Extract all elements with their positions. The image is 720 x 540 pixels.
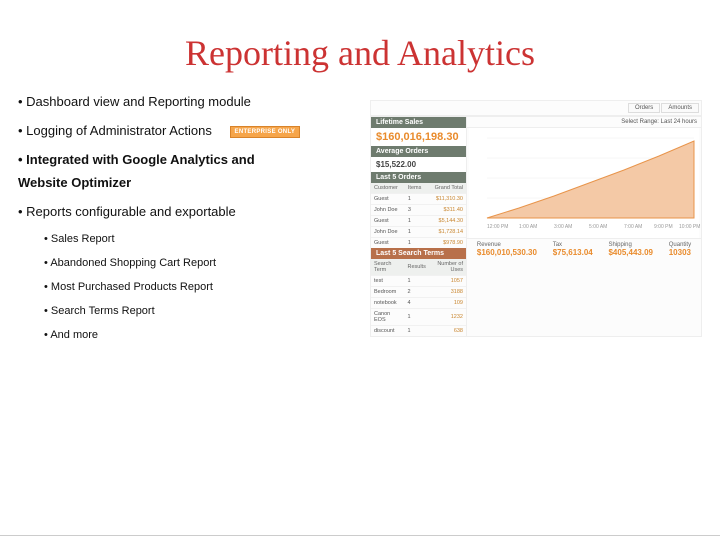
last5-table: CustomerItemsGrand Total Guest1$11,310.3… [371, 183, 466, 248]
range-selector[interactable]: Select Range: Last 24 hours [467, 117, 701, 128]
sub-text: Most Purchased Products Report [51, 281, 213, 293]
dashboard-panel: Orders Amounts Lifetime Sales $160,016,1… [370, 100, 702, 337]
slide-footer: SS Realize Your Idea m Magento COMMUNITY… [0, 535, 720, 540]
table-row: Bedroom23188 [371, 287, 466, 298]
dashboard-chart-area: Select Range: Last 24 hours [467, 117, 701, 336]
bullet-item: • Reports configurable and exportable [18, 204, 364, 219]
col-customer: Customer [371, 183, 405, 194]
summary-shipping: Shipping$405,443.09 [608, 242, 653, 257]
search-table: Search TermResultsNumber of Uses test110… [371, 259, 466, 336]
table-row: John Doe3$311.40 [371, 205, 466, 216]
lifetime-value: $160,016,198.30 [371, 128, 466, 146]
slide-title: Reporting and Analytics [0, 32, 720, 74]
range-label: Select Range: [621, 119, 659, 125]
svg-text:5:00 AM: 5:00 AM [589, 224, 607, 230]
sub-bullet: • Sales Report [44, 233, 364, 245]
table-row: Canon EOS11232 [371, 309, 466, 326]
summary-revenue: Revenue$160,010,530.30 [477, 242, 537, 257]
col-uses: Number of Uses [429, 259, 466, 276]
tab-orders[interactable]: Orders [628, 103, 660, 113]
sub-text: And more [50, 329, 98, 341]
svg-text:1:00 AM: 1:00 AM [519, 224, 537, 230]
table-row: Guest1$11,310.30 [371, 194, 466, 205]
table-row: notebook4109 [371, 298, 466, 309]
avg-header: Average Orders [371, 146, 466, 157]
sub-bullet: • And more [44, 329, 364, 341]
col-term: Search Term [371, 259, 404, 276]
bullet-text: Logging of Administrator Actions [26, 123, 212, 138]
svg-text:7:00 AM: 7:00 AM [624, 224, 642, 230]
avg-value: $15,522.00 [371, 157, 466, 172]
svg-text:12:00 PM: 12:00 PM [487, 224, 508, 230]
lifetime-header: Lifetime Sales [371, 117, 466, 128]
dashboard-body: Lifetime Sales $160,016,198.30 Average O… [371, 116, 701, 336]
bullet-text: Integrated with Google Analytics and [26, 152, 255, 167]
sub-bullet: • Abandoned Shopping Cart Report [44, 257, 364, 269]
sales-area-chart: 12:00 PM 1:00 AM 3:00 AM 5:00 AM 7:00 AM… [467, 128, 701, 238]
bullet-item: • Integrated with Google Analytics and [18, 152, 364, 167]
table-row: John Doe1$1,728.14 [371, 227, 466, 238]
svg-text:3:00 AM: 3:00 AM [554, 224, 572, 230]
summary-quantity: Quantity10303 [669, 242, 691, 257]
sub-bullet: • Most Purchased Products Report [44, 281, 364, 293]
enterprise-badge: ENTERPRISE ONLY [230, 126, 301, 138]
table-row: Guest1$5,144.30 [371, 216, 466, 227]
dashboard-screenshot: Orders Amounts Lifetime Sales $160,016,1… [364, 94, 702, 353]
bullet-text: Dashboard view and Reporting module [26, 94, 251, 109]
chart-summary: Revenue$160,010,530.30 Tax$75,613.04 Shi… [467, 238, 701, 260]
bullet-list: • Dashboard view and Reporting module • … [18, 94, 364, 353]
svg-text:9:00 PM: 9:00 PM [654, 224, 673, 230]
svg-text:10:00 PM: 10:00 PM [679, 224, 700, 230]
table-row: Guest1$978.90 [371, 238, 466, 249]
bullet-text: Website Optimizer [18, 175, 131, 190]
col-total: Grand Total [427, 183, 466, 194]
bullet-item: • Dashboard view and Reporting module [18, 94, 364, 109]
tab-amounts[interactable]: Amounts [661, 103, 699, 113]
range-value: Last 24 hours [661, 119, 697, 125]
bullet-text: Reports configurable and exportable [26, 204, 236, 219]
col-items: Items [405, 183, 427, 194]
dashboard-sidebar: Lifetime Sales $160,016,198.30 Average O… [371, 117, 467, 336]
sub-bullet: • Search Terms Report [44, 305, 364, 317]
col-results: Results [404, 259, 428, 276]
table-row: discount1638 [371, 326, 466, 337]
sub-text: Abandoned Shopping Cart Report [50, 257, 216, 269]
table-row: test11057 [371, 276, 466, 287]
bullet-item: • Logging of Administrator Actions ENTER… [18, 123, 364, 138]
summary-tax: Tax$75,613.04 [553, 242, 593, 257]
last5-header: Last 5 Orders [371, 172, 466, 183]
sub-text: Sales Report [51, 233, 115, 245]
content-area: • Dashboard view and Reporting module • … [0, 94, 720, 353]
bullet-item: Website Optimizer [18, 175, 364, 190]
search-header: Last 5 Search Terms [371, 248, 466, 259]
sub-text: Search Terms Report [51, 305, 155, 317]
dashboard-tabs: Orders Amounts [371, 101, 701, 116]
